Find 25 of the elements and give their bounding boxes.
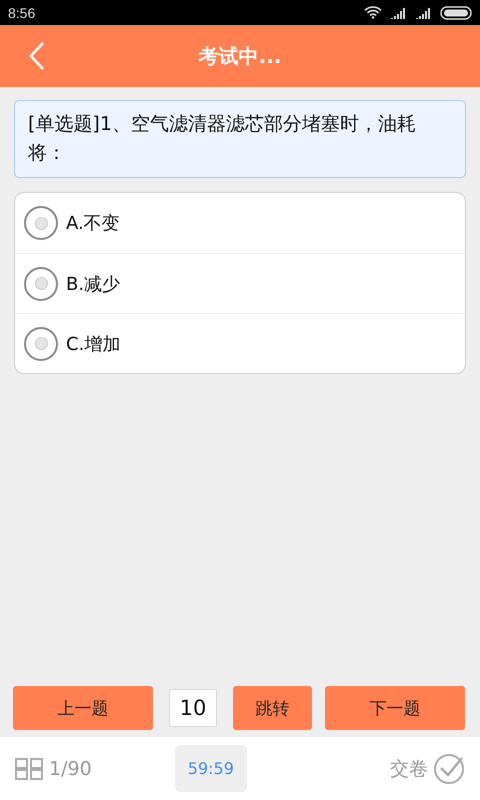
wifi-icon [364,6,382,19]
answer-option[interactable]: B.减少 [15,253,465,313]
previous-button[interactable]: 上一题 [13,686,153,730]
radio-button[interactable] [24,266,58,300]
grid-icon[interactable] [15,758,43,780]
next-button[interactable]: 下一题 [325,686,465,730]
radio-button[interactable] [24,326,58,360]
page-number-field[interactable]: 10 [169,689,217,727]
status-time: 8:56 [8,4,36,20]
check-circle-icon[interactable] [433,752,465,784]
screen-title: 考试中... [198,42,282,70]
timer: 59:59 [174,745,247,792]
signal-icon [390,6,407,18]
answer-option[interactable]: C.增加 [15,313,465,373]
option-label: C.增加 [66,332,120,356]
answer-option[interactable]: A.不变 [15,193,465,253]
back-button[interactable] [28,41,46,71]
question-text: [单选题]1、空气滤清器滤芯部分堵塞时，油耗将： [14,100,466,178]
question-counter: 1/90 [49,758,92,780]
option-label: B.减少 [66,272,120,296]
radio-button[interactable] [24,206,58,240]
signal-icon [415,6,432,18]
jump-button[interactable]: 跳转 [233,686,312,730]
battery-icon [440,6,472,20]
option-label: A.不变 [66,212,120,235]
